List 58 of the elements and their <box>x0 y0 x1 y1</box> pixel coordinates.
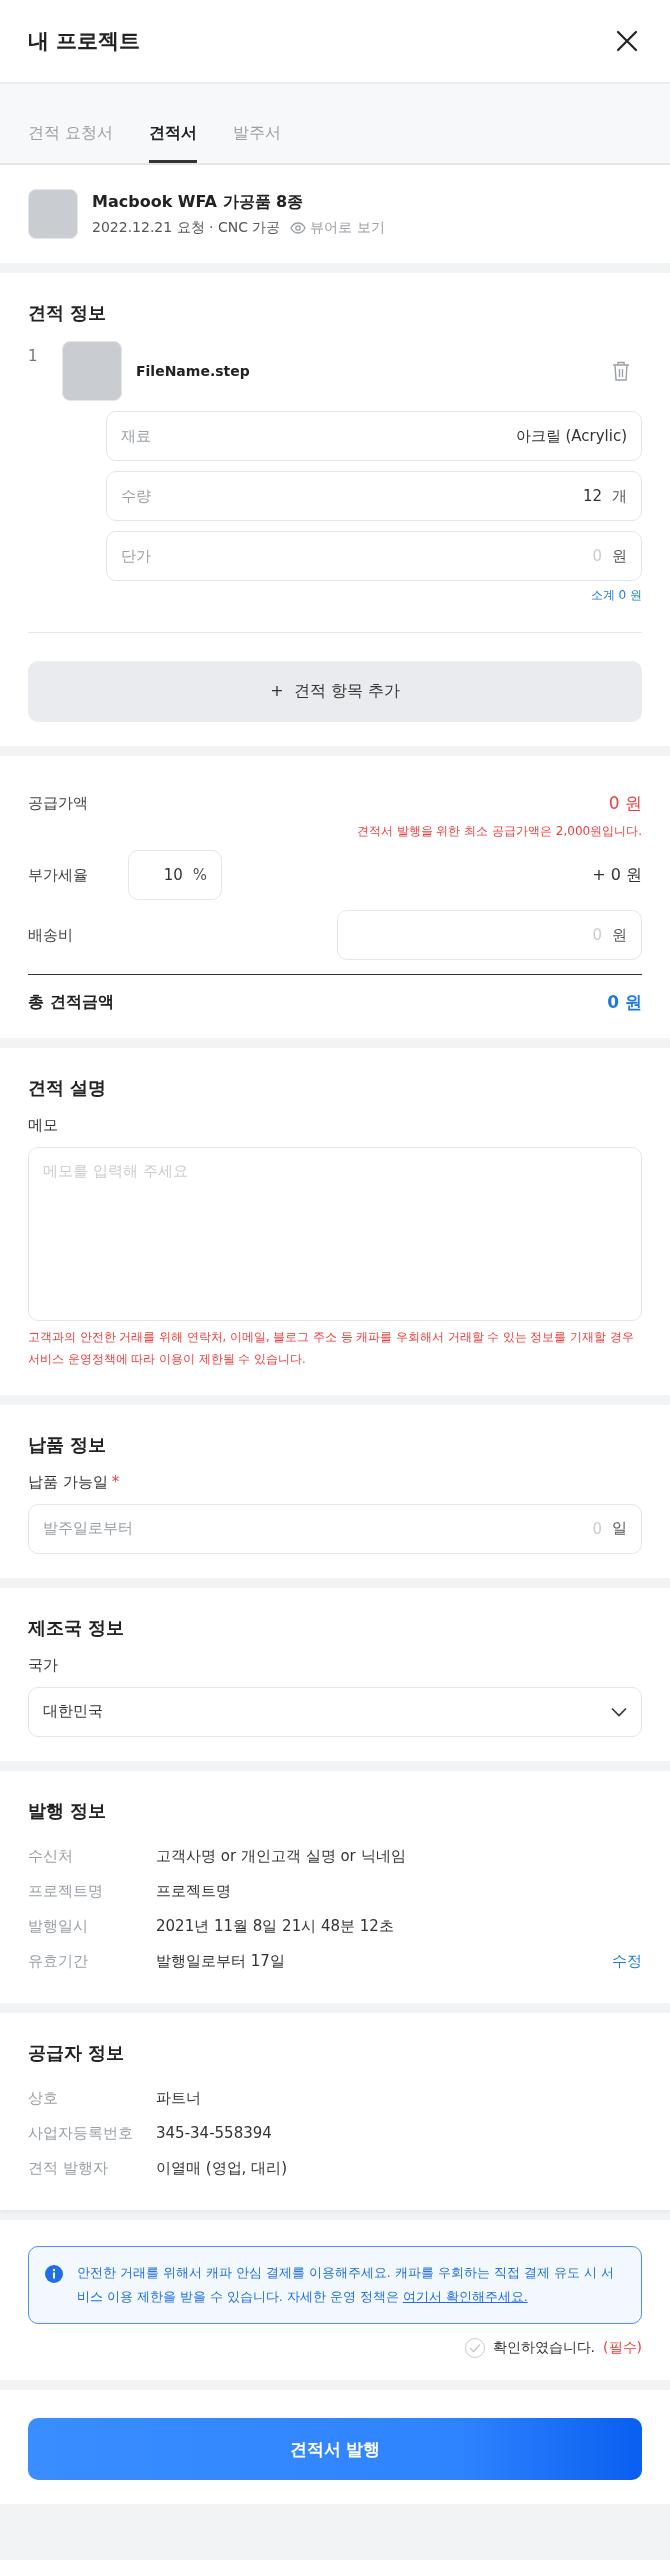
notice-text: 안전한 거래를 위해서 캐파 안심 결제를 이용해주세요. 캐파를 우회하는 직접 결제 유도 시 서비스 이용 제한을 받을 수 있습니다. 자세한 운영 정책은 여기서 확인해주세요. <box>77 2263 615 2307</box>
page-title: 내 프로젝트 <box>28 28 142 55</box>
value-text: 이열매 (영업, 대리) <box>156 2158 288 2178</box>
subtotal-text: 소계 0 원 <box>589 587 642 604</box>
amount-text: + 0 원 <box>592 864 642 886</box>
field-label: 납품 가능일 <box>28 1472 108 1492</box>
value-text: 고객사명 or 개인고객 실명 or 닉네임 <box>156 1846 407 1866</box>
input-field[interactable]: 수량 12 개 <box>106 471 642 521</box>
file-name: FileName.step <box>136 363 251 379</box>
field-label: 메모 <box>28 1116 59 1135</box>
info-icon <box>45 2264 63 2283</box>
input-field[interactable]: 10 % <box>128 850 222 900</box>
label: 견적 발행자 <box>28 2158 109 2178</box>
label: 공급가액 <box>28 794 88 813</box>
required-note: (필수) <box>603 2339 642 2358</box>
amount-text: 0 원 <box>608 792 642 815</box>
trash-icon <box>612 361 630 381</box>
confirm-label: 확인하였습니다. <box>492 2339 596 2358</box>
label: 수신처 <box>28 1846 74 1866</box>
issue-quote-button[interactable]: 견적서 발행 <box>28 2418 642 2481</box>
field-label: 국가 <box>28 1655 59 1675</box>
section-heading: 납품 정보 <box>28 1432 108 1457</box>
close-icon <box>616 30 638 52</box>
label: 상호 <box>28 2088 59 2108</box>
label: 총 견적금액 <box>28 992 114 1013</box>
section-heading: 발행 정보 <box>28 1798 108 1823</box>
label: 프로젝트명 <box>28 1881 104 1901</box>
item-number: 1 <box>28 346 39 367</box>
section-heading: 제조국 정보 <box>28 1615 126 1640</box>
label: 사업자등록번호 <box>28 2123 134 2143</box>
photo-placeholder <box>28 189 78 239</box>
value-text: 2021년 11월 8일 21시 48분 12초 <box>156 1916 395 1936</box>
chevron-down-icon <box>611 1706 627 1717</box>
label: 배송비 <box>28 925 73 945</box>
project-meta: 2022.12.21 요청 · CNC 가공 <box>92 218 281 237</box>
amount-text: 0 원 <box>607 991 642 1014</box>
value-text: 프로젝트명 <box>156 1881 232 1901</box>
check-icon <box>468 2343 481 2354</box>
country-select[interactable]: 대한민국 <box>28 1686 642 1737</box>
add-item-button[interactable]: + 견적 항목 추가 <box>28 661 642 722</box>
label: 부가세율 <box>28 865 89 885</box>
warning-text: 고객과의 안전한 거래를 위해 연락처, 이메일, 블로그 주소 등 캐파를 우회해서 거래할 수 있는 정보를 기재할 경우 서비스 운영정책에 따라 이용이 제한될 수 있습니다. <box>28 1329 635 1368</box>
value-text: 345-34-558394 <box>156 2124 273 2143</box>
label: 유효기간 <box>28 1951 89 1971</box>
eye-icon <box>290 221 307 234</box>
project-title: Macbook WFA 가공품 8종 <box>92 191 305 213</box>
label: 발행일시 <box>28 1916 89 1936</box>
edit-link[interactable]: 수정 <box>612 1951 642 1971</box>
required-mark: * <box>111 1472 120 1493</box>
value-text: 파트너 <box>156 2088 202 2108</box>
value-text: 발행일로부터 17일 <box>156 1951 286 1971</box>
section-heading: 견적 설명 <box>28 1076 108 1100</box>
policy-link[interactable]: 여기서 확인해주세요. <box>402 2289 528 2305</box>
photo-placeholder <box>62 341 122 401</box>
input-field[interactable]: 재료 아크릴 (Acrylic) <box>106 411 642 461</box>
section-heading: 공급자 정보 <box>28 2040 126 2065</box>
warning-text: 견적서 발행을 위한 최소 공급가액은 2,000원입니다. <box>355 823 642 840</box>
section-heading: 견적 정보 <box>28 301 108 325</box>
